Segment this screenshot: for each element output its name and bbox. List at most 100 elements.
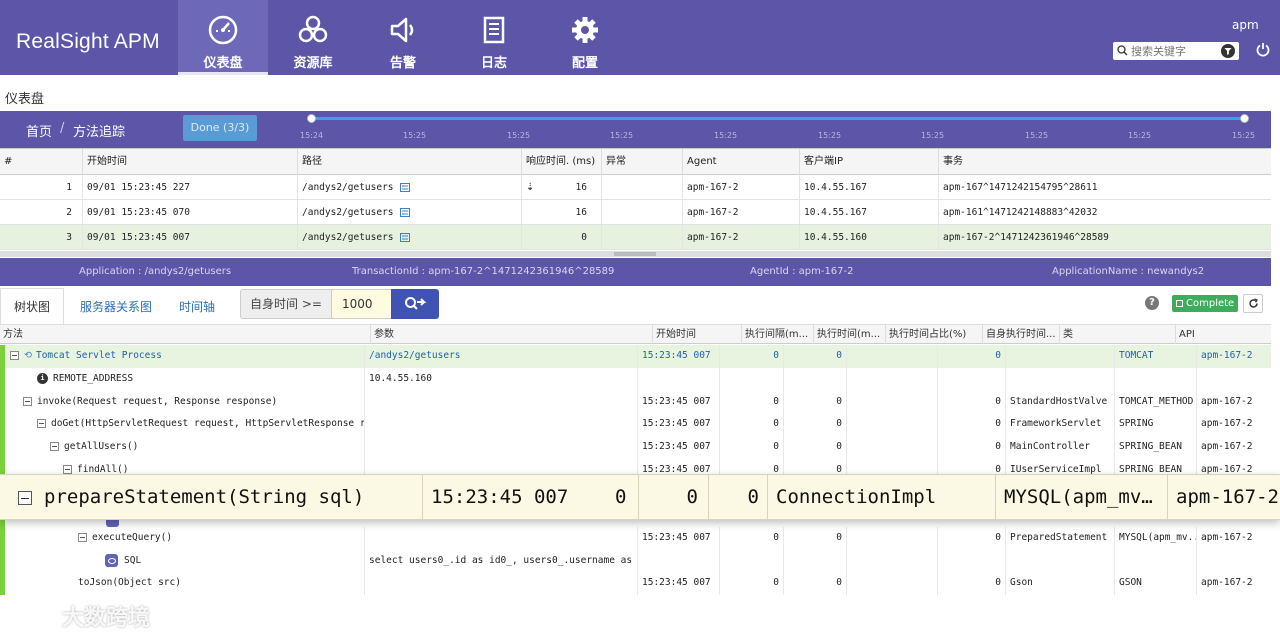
tree-cell-class: IUserServiceImpl	[1005, 459, 1114, 474]
breadcrumb-home[interactable]: 首页	[26, 121, 52, 140]
col-header[interactable]: 开始时间	[82, 149, 297, 175]
info-agent-id: AgentId : apm-167-2	[750, 266, 854, 277]
tree-row[interactable]: doGet(HttpServletRequest request, HttpSe…	[5, 413, 1271, 436]
tree-cell-pct	[846, 572, 937, 595]
tree-cell-gap: 0	[719, 436, 783, 459]
tree-row[interactable]: getAllUsers() 15:23:45 007 0 0 0 MainCon…	[5, 436, 1271, 459]
help-icon[interactable]: ?	[1145, 296, 1159, 310]
tree-cell-api: SPRING	[1114, 413, 1196, 436]
table-row[interactable]: 2 09/01 15:23:45 070 /andys2/getusers 16…	[0, 200, 1271, 225]
tree-row[interactable]: SQL select users0_.id as id0_, users0_.u…	[5, 550, 1271, 573]
tree-cell-method: toJson(Object src)	[78, 577, 181, 588]
path-text: /andys2/getusers	[302, 207, 394, 218]
tree-row[interactable]: i REMOTE_ADDRESS 10.4.55.160	[5, 368, 1271, 391]
app-logo[interactable]: RealSight APM	[16, 30, 160, 54]
collapse-toggle[interactable]	[23, 397, 32, 406]
tree-cell-class	[1005, 345, 1114, 368]
tree-cell-gap	[719, 550, 783, 573]
filter-icon[interactable]	[1221, 44, 1235, 58]
col-header[interactable]: 自身执行时间...	[982, 325, 1059, 344]
col-header[interactable]: 异常	[601, 149, 682, 175]
tree-row[interactable]: toJson(Object src) 15:23:45 007 0 0 0 Gs…	[5, 572, 1271, 595]
table-row-selected[interactable]: 3 09/01 15:23:45 007 /andys2/getusers 0 …	[0, 225, 1271, 250]
details-list-icon[interactable]	[399, 208, 410, 217]
refresh-button[interactable]	[1243, 294, 1263, 313]
timeline-tick: 15:25	[403, 131, 427, 140]
cell-path: /andys2/getusers	[297, 175, 521, 200]
magnified-row[interactable]: prepareStatement(String sql) 15:23:45 00…	[0, 474, 1280, 520]
tree-cell-start: 15:23:45 007	[637, 413, 719, 436]
method-text: prepareStatement(String sql)	[44, 486, 365, 508]
tree-row[interactable]: executeQuery() 15:23:45 007 0 0 0 Prepar…	[5, 527, 1271, 550]
power-icon[interactable]	[1256, 42, 1270, 57]
col-header[interactable]: 执行时间占比(%)	[885, 325, 982, 344]
slider-start-handle[interactable]	[307, 114, 316, 123]
nav-dashboard[interactable]: 仪表盘	[178, 0, 268, 75]
col-header[interactable]: API	[1175, 325, 1271, 344]
col-header[interactable]: 执行时间(m...	[813, 325, 885, 344]
cell-index: 1	[66, 182, 72, 193]
nav-resources[interactable]: 资源库	[268, 0, 358, 75]
col-header[interactable]: 路径	[297, 149, 521, 175]
splitter-handle[interactable]	[614, 252, 656, 256]
eye-icon[interactable]	[105, 554, 118, 567]
nav-settings[interactable]: 配置	[540, 0, 630, 75]
collapse-toggle[interactable]	[18, 490, 32, 505]
col-header[interactable]: 方法	[0, 325, 370, 344]
col-header[interactable]: 参数	[370, 325, 652, 344]
process-icon: ⟲	[24, 350, 32, 361]
dashboard-icon	[208, 15, 238, 45]
complete-button[interactable]: Complete	[1172, 295, 1238, 312]
tree-cell-agent: apm-167-2	[1196, 436, 1271, 459]
tab-timeline[interactable]: 时间轴	[179, 298, 215, 315]
zoom-cell-class: ConnectionImpl	[767, 475, 995, 519]
col-header[interactable]: 响应时间. (ms) ⇣	[521, 149, 601, 193]
tree-row[interactable]: invoke(Request request, Response respons…	[5, 391, 1271, 414]
list-icon	[1176, 300, 1183, 307]
search-forward-icon	[405, 297, 427, 310]
col-header[interactable]: 类	[1059, 325, 1175, 344]
collapse-toggle[interactable]	[78, 533, 87, 542]
collapse-toggle[interactable]	[10, 351, 19, 360]
filter-search-button[interactable]	[391, 289, 439, 319]
done-button[interactable]: Done (3/3)	[183, 115, 257, 141]
col-header[interactable]: 客户端IP	[799, 149, 938, 175]
tree-cell-exec: 0	[783, 391, 846, 414]
col-header[interactable]: 执行间隔(m...	[741, 325, 813, 344]
details-list-icon[interactable]	[399, 183, 410, 192]
tree-cell-exec: 0	[783, 436, 846, 459]
tab-server-map[interactable]: 服务器关系图	[80, 298, 152, 315]
method-text: executeQuery()	[92, 532, 173, 543]
col-header[interactable]: #	[0, 149, 82, 175]
tree-row[interactable]: findAll() 15:23:45 007 0 0 0 IUserServic…	[5, 459, 1271, 474]
info-application-name: ApplicationName : newandys2	[1052, 266, 1205, 277]
user-name[interactable]: apm	[1232, 18, 1259, 32]
tree-cell-exec	[783, 550, 846, 573]
self-time-input[interactable]	[331, 289, 392, 319]
time-range-slider[interactable]	[312, 117, 1246, 120]
search-input[interactable]	[1131, 43, 1217, 59]
nav-alerts[interactable]: 告警	[358, 0, 448, 75]
cell-agent: apm-167-2	[682, 200, 799, 225]
tree-cell-class: MainController	[1005, 436, 1114, 459]
tree-cell-exec: 0	[783, 527, 846, 550]
table-row[interactable]: 1 09/01 15:23:45 227 /andys2/getusers 16…	[0, 175, 1271, 200]
tree-cell-exec	[783, 368, 846, 391]
details-list-icon[interactable]	[399, 233, 410, 242]
col-header[interactable]: 开始时间	[652, 325, 741, 344]
nav-label: 日志	[480, 56, 507, 71]
col-header[interactable]: 事务	[938, 149, 1271, 175]
collapse-toggle[interactable]	[37, 419, 46, 428]
tree-cell-method: i REMOTE_ADDRESS	[5, 368, 364, 391]
tree-row[interactable]: ⟲ Tomcat Servlet Process /andys2/getusers…	[5, 345, 1271, 368]
slider-end-handle[interactable]	[1240, 114, 1249, 123]
collapse-toggle[interactable]	[63, 465, 72, 474]
col-header[interactable]: Agent	[682, 149, 799, 175]
collapse-toggle[interactable]	[50, 442, 59, 451]
tree-cell-api: SPRING_BEAN	[1114, 459, 1196, 474]
zoom-cell-method: prepareStatement(String sql)	[0, 475, 422, 519]
tab-tree[interactable]: 树状图	[14, 298, 50, 315]
nav-logs[interactable]: 日志	[449, 0, 539, 75]
tree-cell-pct	[846, 459, 937, 474]
method-text: findAll()	[77, 464, 129, 474]
